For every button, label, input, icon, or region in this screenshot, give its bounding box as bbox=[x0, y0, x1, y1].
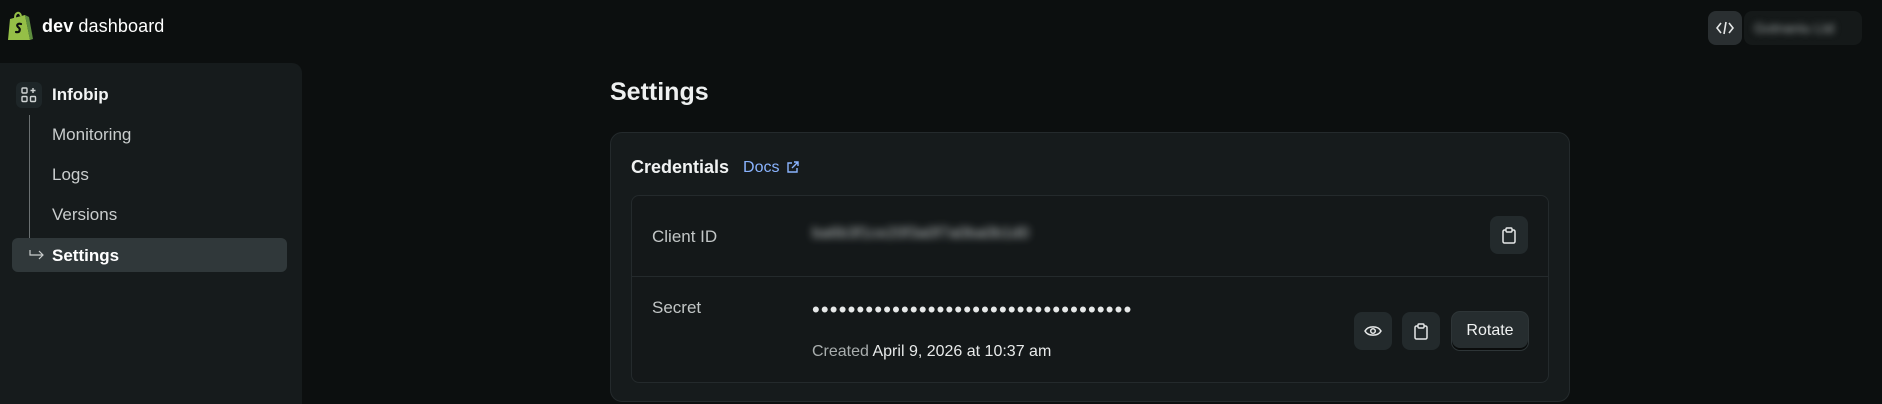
created-date: April 9, 2026 at 10:37 am bbox=[872, 343, 1052, 360]
brand[interactable]: dev dashboard bbox=[6, 10, 164, 42]
sidebar-item-label: Settings bbox=[52, 246, 120, 265]
clipboard-icon bbox=[1502, 226, 1516, 244]
credentials-table: Client ID ba6b3f1ce20f3a0f7a0ba0b1d0 Sec… bbox=[631, 195, 1549, 383]
external-link-icon bbox=[786, 161, 799, 173]
client-id-value: ba6b3f1ce20f3a0f7a0ba0b1d0 bbox=[812, 225, 1030, 242]
card-title: Credentials bbox=[631, 157, 730, 177]
brand-text: dev dashboard bbox=[42, 15, 165, 36]
nav-tree-line bbox=[29, 115, 30, 255]
secret-masked-value: •••••••••••••••••••••••••••••••••••• bbox=[812, 297, 1133, 322]
top-bar: dev dashboard Gotnaniu Ltd bbox=[0, 0, 1882, 56]
secret-created: Created April 9, 2026 at 10:37 am bbox=[812, 343, 1051, 361]
rotate-secret-button[interactable]: Rotate bbox=[1452, 312, 1528, 350]
app-header[interactable]: Infobip bbox=[16, 82, 109, 108]
secret-label: Secret bbox=[652, 298, 702, 317]
account-name: Gotnaniu Ltd bbox=[1754, 20, 1835, 36]
row-divider bbox=[632, 276, 1548, 277]
clipboard-icon bbox=[1414, 322, 1428, 340]
shopify-logo-icon bbox=[8, 11, 33, 40]
app-name: Infobip bbox=[52, 85, 109, 104]
docs-link-label: Docs bbox=[743, 158, 780, 176]
client-id-label: Client ID bbox=[652, 227, 718, 246]
copy-secret-button[interactable] bbox=[1402, 312, 1440, 350]
account-menu[interactable]: Gotnaniu Ltd bbox=[1744, 11, 1862, 45]
app-grid-icon bbox=[16, 82, 42, 108]
credentials-card: Credentials Docs Client ID ba6b3f1ce20f3… bbox=[610, 132, 1570, 402]
docs-link[interactable]: Docs bbox=[743, 158, 799, 177]
card-header: Credentials Docs bbox=[631, 157, 799, 178]
code-icon bbox=[1716, 21, 1734, 35]
sidebar-item-settings[interactable]: Settings bbox=[12, 238, 287, 272]
dev-tools-button[interactable] bbox=[1708, 11, 1742, 45]
reveal-secret-button[interactable] bbox=[1354, 312, 1392, 350]
sidebar: Infobip Monitoring Logs Versions Setting… bbox=[0, 63, 302, 404]
sidebar-item-versions[interactable]: Versions bbox=[52, 205, 117, 225]
eye-icon bbox=[1364, 326, 1382, 336]
copy-client-id-button[interactable] bbox=[1490, 216, 1528, 254]
sidebar-item-monitoring[interactable]: Monitoring bbox=[52, 125, 131, 145]
created-prefix: Created bbox=[812, 343, 869, 360]
page-title: Settings bbox=[610, 78, 709, 106]
sidebar-item-logs[interactable]: Logs bbox=[52, 165, 89, 185]
tree-arrow-icon bbox=[29, 250, 44, 260]
